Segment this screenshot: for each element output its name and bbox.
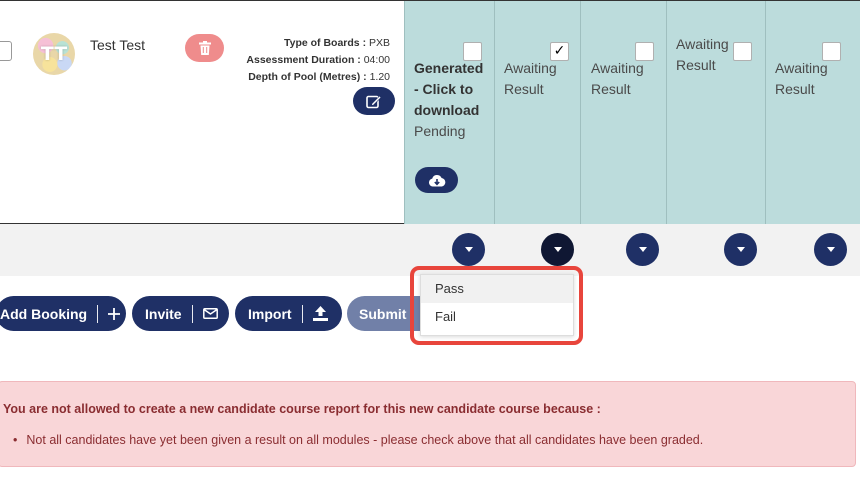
report-download-text-3: download: [414, 102, 480, 118]
chevron-down-icon: [638, 247, 647, 252]
chevron-down-icon: [553, 247, 562, 252]
module-5-status: Awaiting Result: [775, 60, 828, 97]
edit-candidate-button[interactable]: [353, 87, 395, 115]
grade-dropdown-toggle-5[interactable]: [814, 233, 847, 266]
detail-assessment-duration: Assessment Duration : 04:00: [246, 54, 390, 66]
add-booking-label: Add Booking: [0, 305, 88, 322]
grade-dropdown-toggle-4[interactable]: [724, 233, 757, 266]
chevron-down-icon: [464, 247, 473, 252]
module-4-status: Awaiting Result: [676, 36, 729, 73]
alert-item: Not all candidates have yet been given a…: [26, 433, 703, 447]
candidate-name: Test Test: [90, 37, 145, 53]
grade-dropdown-toggle-2[interactable]: [541, 233, 574, 266]
page: TT Test Test Type of Boards : PXB Assess…: [0, 0, 860, 480]
chevron-down-icon: [826, 247, 835, 252]
alert-title: You are not allowed to create a new cand…: [3, 402, 601, 416]
report-status-pending: Pending: [414, 123, 466, 139]
delete-candidate-button[interactable]: [185, 34, 224, 62]
chevron-down-icon: [736, 247, 745, 252]
grade-dropdown-toggle-3[interactable]: [626, 233, 659, 266]
invite-label: Invite: [145, 305, 182, 322]
button-divider: [301, 304, 303, 323]
highlight-annotation: [410, 266, 583, 345]
envelope-icon: [202, 308, 218, 319]
module-column-4: Awaiting Result: [666, 1, 765, 225]
import-button[interactable]: Import: [235, 296, 342, 331]
error-alert: You are not allowed to create a new cand…: [0, 381, 856, 467]
import-label: Import: [248, 305, 292, 322]
module-column-3: Awaiting Result: [580, 1, 666, 225]
alert-list: Not all candidates have yet been given a…: [26, 433, 703, 447]
button-divider: [191, 304, 193, 323]
add-booking-button[interactable]: Add Booking: [0, 296, 126, 331]
module-2-status: Awaiting Result: [504, 60, 557, 97]
report-download-text-2: - Click to: [414, 81, 474, 97]
module-4-checkbox[interactable]: [733, 42, 752, 61]
detail-pool-depth: Depth of Pool (Metres) : 1.20: [248, 71, 390, 83]
module-column-2: ✓ Awaiting Result: [494, 1, 580, 225]
row-select-checkbox[interactable]: [0, 41, 12, 61]
submit-label: Submit: [359, 305, 407, 322]
invite-button[interactable]: Invite: [132, 296, 229, 331]
edit-icon: [366, 95, 382, 108]
module-column-5: Awaiting Result: [765, 1, 860, 225]
button-divider: [97, 304, 99, 323]
candidate-row: TT Test Test Type of Boards : PXB Assess…: [0, 0, 860, 225]
avatar-initials: TT: [40, 43, 68, 65]
module-1-status[interactable]: Generated - Click to download Pending: [414, 58, 483, 142]
module-3-status: Awaiting Result: [591, 60, 644, 97]
upload-icon: [312, 306, 328, 321]
download-cloud-icon: [428, 174, 445, 186]
trash-icon: [198, 41, 211, 55]
download-report-button[interactable]: [415, 167, 458, 193]
avatar: TT: [33, 33, 75, 75]
detail-board-type: Type of Boards : PXB: [284, 37, 390, 49]
report-download-text-1: Generated: [414, 60, 484, 76]
module-column-1: Generated - Click to download Pending: [404, 1, 494, 225]
grade-dropdown-toggle-1[interactable]: [452, 233, 485, 266]
candidate-details: Type of Boards : PXB Assessment Duration…: [246, 35, 390, 86]
plus-icon: [108, 307, 121, 320]
